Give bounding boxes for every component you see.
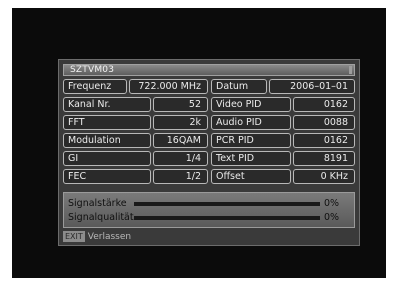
signal-strength-label: Signalstärke bbox=[68, 198, 127, 209]
text-pid-value: 8191 bbox=[293, 151, 355, 166]
signal-quality-label: Signalqualität bbox=[68, 212, 134, 223]
frequenz-value: 722.000 MHz bbox=[129, 79, 208, 94]
kanal-nr-label: Kanal Nr. bbox=[63, 97, 151, 112]
offset-value: 0 KHz bbox=[293, 169, 355, 184]
fft-value: 2k bbox=[153, 115, 208, 130]
frequenz-label: Frequenz bbox=[63, 79, 127, 94]
fft-label: FFT bbox=[63, 115, 151, 130]
audio-pid-value: 0088 bbox=[293, 115, 355, 130]
datum-value: 2006–01–01 bbox=[269, 79, 355, 94]
fec-label: FEC bbox=[63, 169, 151, 184]
datum-label: Datum bbox=[211, 79, 267, 94]
signal-strength-value: 0% bbox=[324, 198, 340, 209]
signal-panel: Signalstärke 0% Signalqualität 0% bbox=[63, 192, 355, 228]
fec-value: 1/2 bbox=[153, 169, 208, 184]
dialog-footer: EXIT Verlassen bbox=[63, 231, 131, 243]
titlebar-grip bbox=[349, 66, 352, 74]
signal-quality-bar bbox=[134, 216, 320, 220]
pcr-pid-label: PCR PID bbox=[211, 133, 291, 148]
pcr-pid-value: 0162 bbox=[293, 133, 355, 148]
exit-action-label: Verlassen bbox=[87, 232, 132, 242]
signal-strength-bar bbox=[134, 202, 320, 206]
gi-value: 1/4 bbox=[153, 151, 208, 166]
video-pid-label: Video PID bbox=[211, 97, 291, 112]
audio-pid-label: Audio PID bbox=[211, 115, 291, 130]
modulation-label: Modulation bbox=[63, 133, 151, 148]
gi-label: GI bbox=[63, 151, 151, 166]
signal-quality-value: 0% bbox=[324, 212, 340, 223]
channel-info-dialog: SZTVM03 Frequenz 722.000 MHz Datum 2006–… bbox=[58, 59, 360, 246]
video-pid-value: 0162 bbox=[293, 97, 355, 112]
offset-label: Offset bbox=[211, 169, 291, 184]
dialog-titlebar: SZTVM03 bbox=[63, 64, 355, 76]
modulation-value: 16QAM bbox=[153, 133, 208, 148]
tv-screen-frame: SZTVM03 Frequenz 722.000 MHz Datum 2006–… bbox=[12, 8, 386, 278]
exit-key-button[interactable]: EXIT bbox=[63, 231, 85, 242]
dialog-title: SZTVM03 bbox=[70, 65, 115, 75]
text-pid-label: Text PID bbox=[211, 151, 291, 166]
kanal-nr-value: 52 bbox=[153, 97, 208, 112]
